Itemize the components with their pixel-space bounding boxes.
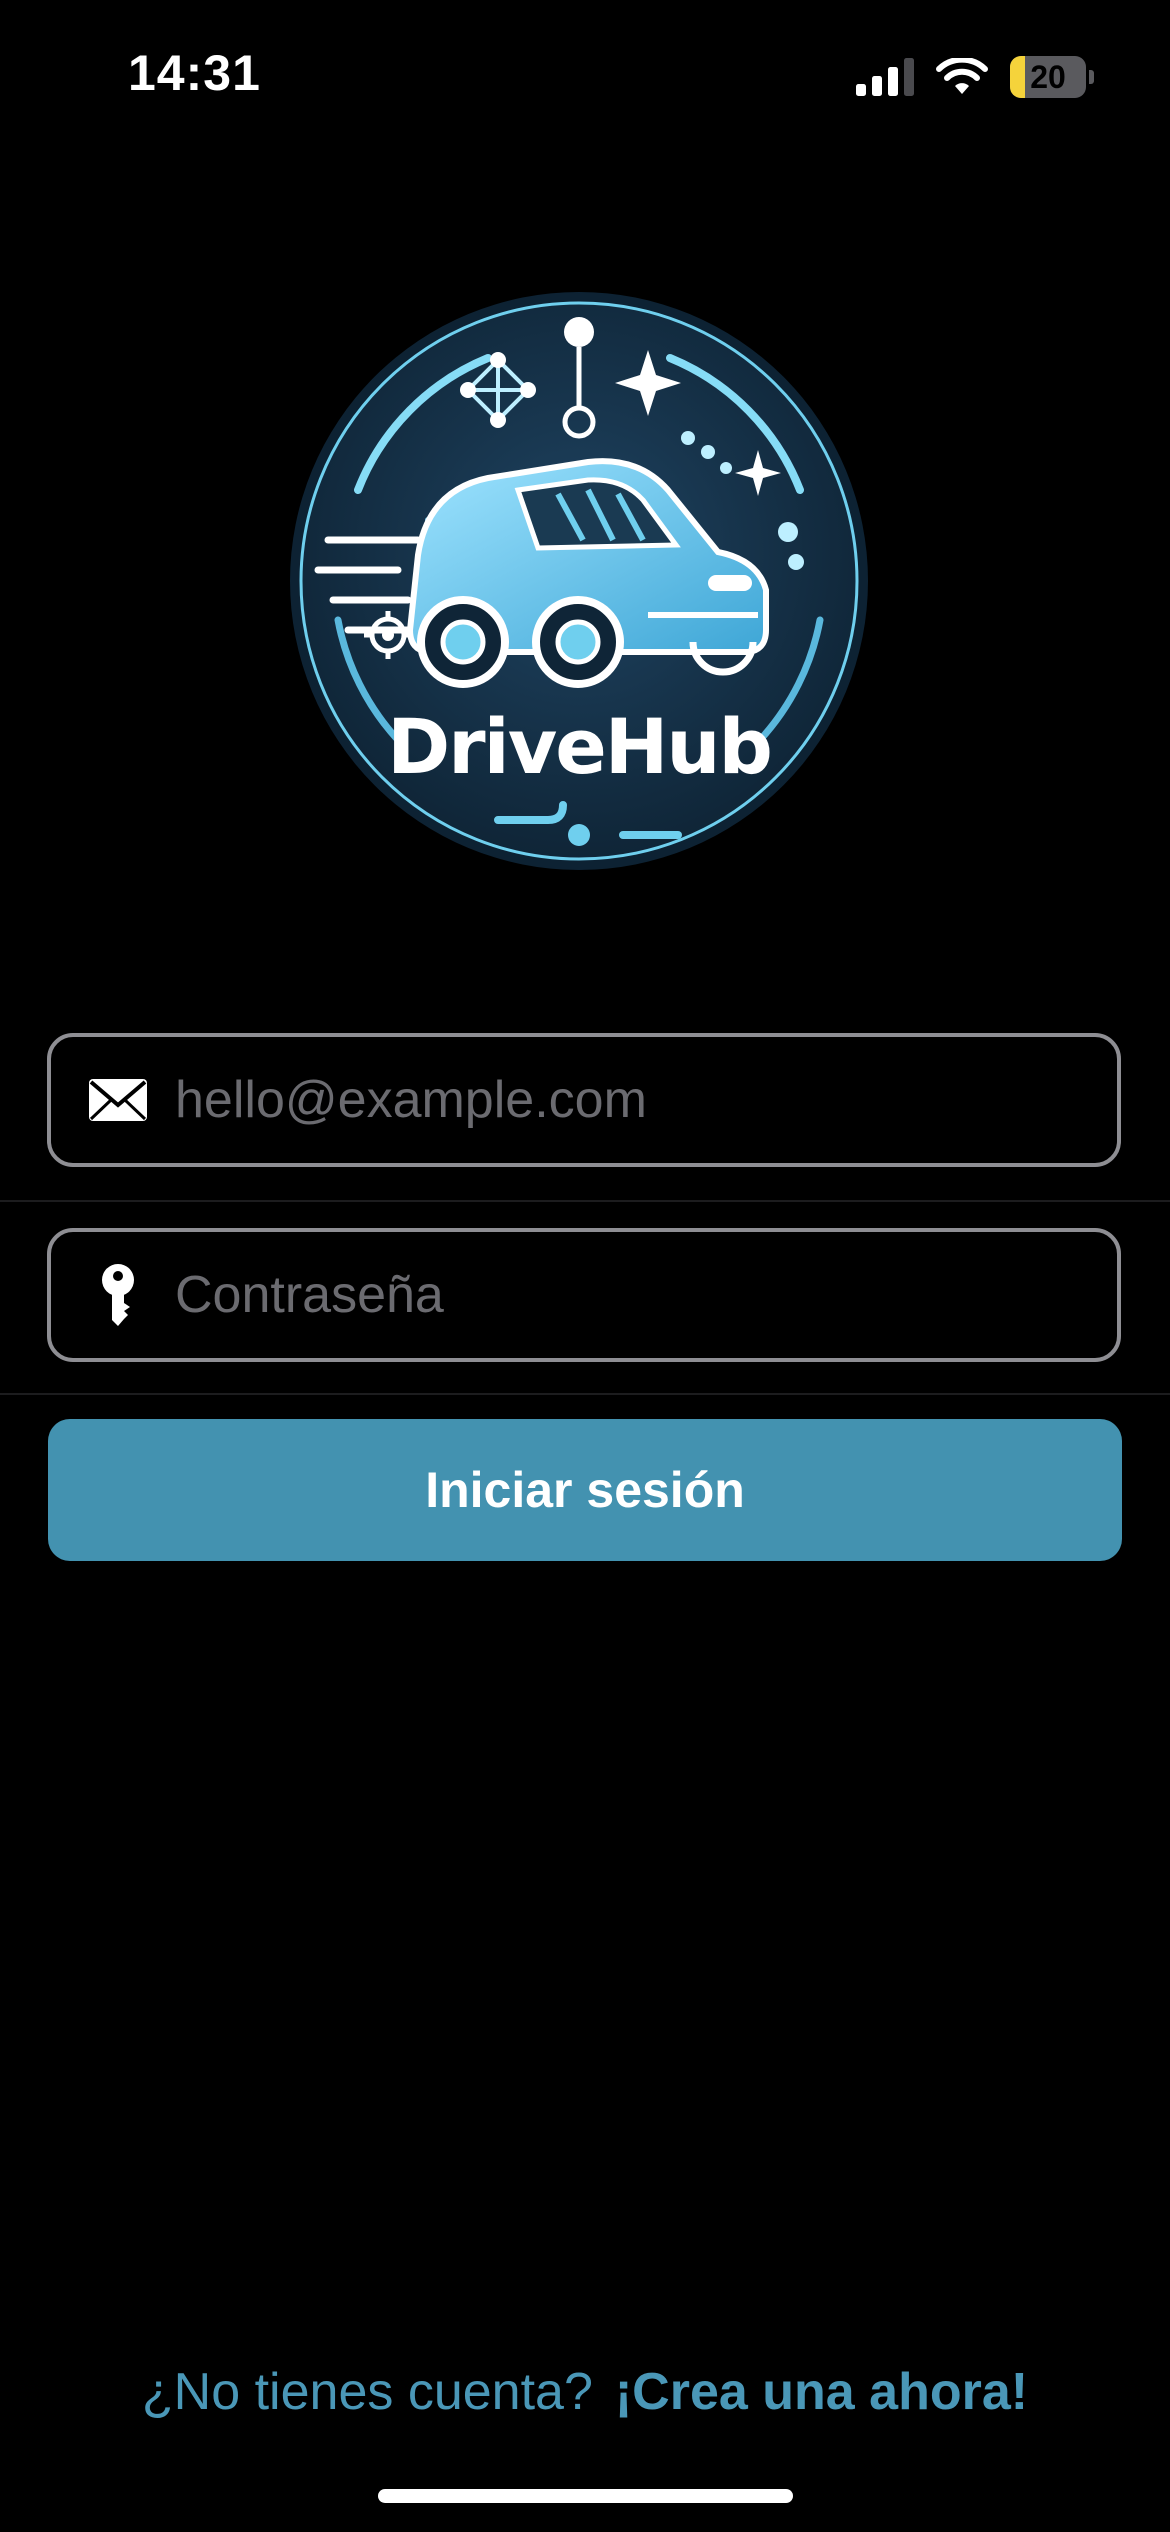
- signal-icon: [856, 58, 914, 96]
- login-button[interactable]: Iniciar sesión: [48, 1419, 1122, 1561]
- wifi-icon: [936, 58, 988, 94]
- envelope-icon: [81, 1063, 155, 1137]
- signup-prompt: ¿No tienes cuenta?: [141, 2363, 593, 2421]
- app-logo: DriveHub: [288, 290, 870, 872]
- battery-level: 20: [1030, 58, 1066, 95]
- email-field[interactable]: [47, 1033, 1121, 1167]
- create-account-link[interactable]: ¡Crea una ahora!: [615, 2363, 1028, 2421]
- battery-body: 20: [1010, 56, 1086, 98]
- status-icons: 20: [856, 52, 1094, 102]
- signup-row: ¿No tienes cuenta? ¡Crea una ahora!: [0, 2362, 1170, 2422]
- password-field[interactable]: [47, 1228, 1121, 1362]
- home-indicator[interactable]: [378, 2489, 793, 2503]
- status-time: 14:31: [128, 45, 261, 101]
- divider: [0, 1200, 1170, 1202]
- key-icon: [81, 1258, 155, 1332]
- password-input[interactable]: [173, 1231, 1093, 1359]
- logo-wordmark: DriveHub: [387, 702, 773, 791]
- battery-nub: [1089, 70, 1094, 84]
- email-input[interactable]: [173, 1036, 1093, 1164]
- divider: [0, 1393, 1170, 1395]
- status-bar: 14:31 20: [0, 0, 1170, 150]
- battery-icon: 20: [1010, 56, 1094, 98]
